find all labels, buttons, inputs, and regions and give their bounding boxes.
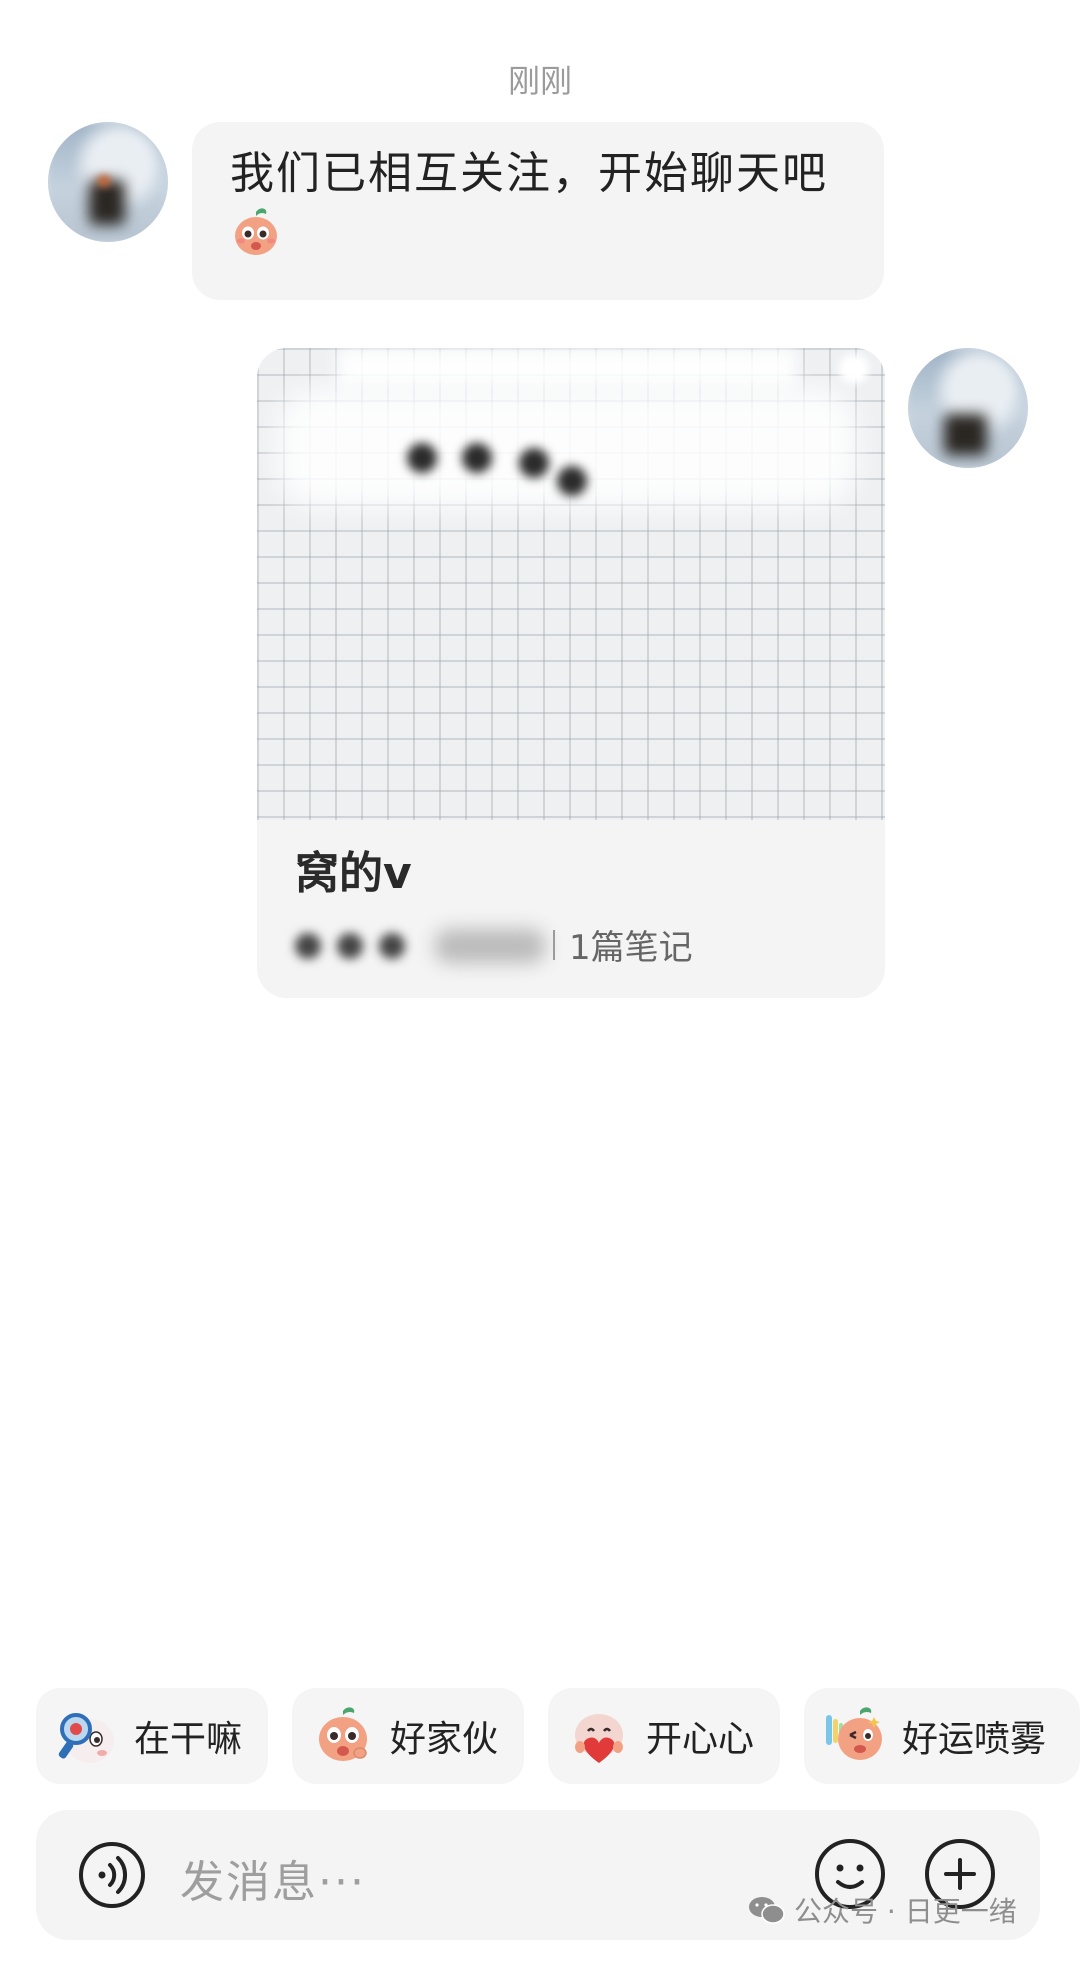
quick-reply-chip[interactable]: 开心心 <box>548 1688 780 1784</box>
watermark: 公众号 · 日更一绪 <box>748 1890 1017 1930</box>
meta-divider <box>553 929 555 960</box>
quick-reply-label: 在干嘛 <box>134 1719 243 1760</box>
quick-reply-chip[interactable]: 好家伙 <box>292 1688 524 1784</box>
peach-magnifier-sticker <box>58 1713 114 1763</box>
shared-profile-card[interactable]: 窝的v 1篇笔记 <box>257 348 885 998</box>
peach-surprised-sticker <box>319 1707 367 1761</box>
quick-reply-bar: 在干嘛 好家伙 开心心 好运喷雾 <box>36 1688 1080 1784</box>
blurred-user-info <box>295 925 545 965</box>
my-avatar[interactable] <box>908 348 1028 468</box>
quick-reply-chip[interactable]: 好运喷雾 <box>804 1688 1080 1784</box>
wechat-icon <box>749 1897 785 1924</box>
incoming-message-bubble[interactable]: 我们已相互关注，开始聊天吧 <box>192 122 884 300</box>
contact-avatar[interactable] <box>48 122 168 242</box>
card-cover-image <box>257 348 885 820</box>
peach-heart-sticker <box>575 1714 623 1763</box>
message-timestamp: 刚刚 <box>507 62 572 100</box>
peach-face-sticker <box>230 206 282 262</box>
card-title: 窝的v <box>295 848 412 899</box>
message-input-field[interactable]: 发消息··· <box>180 1846 366 1910</box>
note-count: 1篇笔记 <box>569 928 693 968</box>
voice-input-icon[interactable] <box>78 1841 146 1909</box>
card-meta: 1篇笔记 <box>295 920 847 969</box>
watermark-text: 公众号 · 日更一绪 <box>794 1895 1017 1928</box>
quick-reply-label: 好运喷雾 <box>902 1719 1047 1760</box>
chat-screen: 刚刚 我们已相互关注，开始聊天吧 窝的v 1篇笔记 在干嘛 好家伙 开心心 好运… <box>0 0 1080 1969</box>
message-text: 我们已相互关注，开始聊天吧 <box>230 148 828 199</box>
quick-reply-label: 好家伙 <box>390 1719 499 1760</box>
peach-spray-sticker <box>826 1707 882 1760</box>
quick-reply-chip[interactable]: 在干嘛 <box>36 1688 268 1784</box>
quick-reply-label: 开心心 <box>646 1719 755 1760</box>
